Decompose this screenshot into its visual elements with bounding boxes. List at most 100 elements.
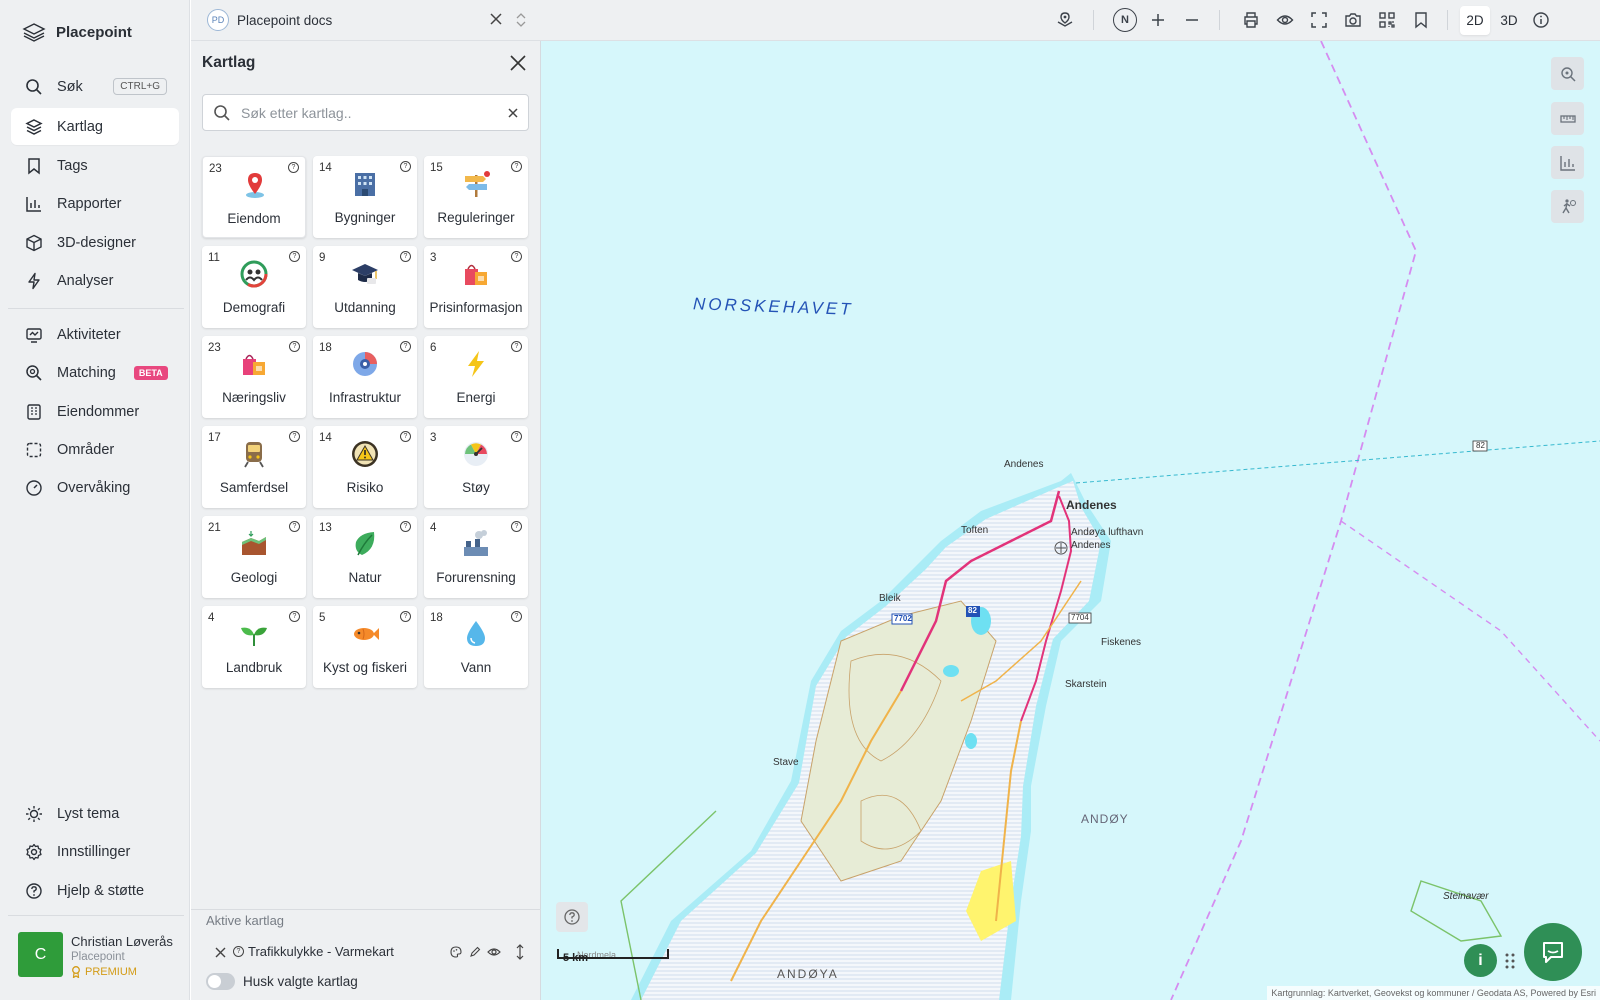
tile-energi[interactable]: 6 ? Energi (424, 336, 528, 418)
reorder-icon[interactable] (516, 944, 524, 960)
tile-stoy[interactable]: 3 ? Støy (424, 426, 528, 508)
help-icon[interactable]: ? (289, 251, 300, 262)
tile-demografi[interactable]: 11 ? Demografi (202, 246, 306, 328)
tile-prisinformasjon[interactable]: 3 ? Prisinformasjon (424, 246, 528, 328)
measure-tool-button[interactable] (1551, 102, 1584, 135)
help-icon[interactable]: ? (400, 341, 411, 352)
mode-3d-button[interactable]: 3D (1494, 6, 1524, 35)
active-layer-name: Trafikkulykke - Varmekart (248, 944, 394, 959)
help-icon[interactable]: ? (511, 521, 522, 532)
layer-search-input[interactable] (241, 104, 498, 121)
help-icon[interactable]: ? (289, 341, 300, 352)
workspace-selector[interactable]: PD Placepoint docs (207, 9, 332, 31)
close-icon[interactable] (489, 12, 503, 26)
help-icon[interactable]: ? (511, 161, 522, 172)
tile-infrastruktur[interactable]: 18 ? Infrastruktur (313, 336, 417, 418)
fullscreen-button[interactable] (1309, 10, 1329, 30)
toolbar-divider (1219, 10, 1220, 30)
help-icon[interactable]: ? (288, 162, 299, 173)
sidebar-item-kartlag[interactable]: Kartlag (11, 108, 179, 145)
map-style-button[interactable] (1055, 10, 1075, 30)
palette-icon[interactable] (450, 946, 462, 958)
sidebar-item-analyser[interactable]: Analyser (11, 262, 179, 299)
sidebar-item-hjelp[interactable]: Hjelp & støtte (11, 872, 179, 909)
statistics-tool-button[interactable] (1551, 146, 1584, 179)
help-icon[interactable]: ? (233, 946, 244, 957)
tile-label: Infrastruktur (328, 390, 402, 405)
clear-icon[interactable] (508, 107, 518, 118)
tile-natur[interactable]: 13 ? Natur (313, 516, 417, 598)
remove-layer-icon[interactable] (215, 947, 226, 958)
help-icon[interactable]: ? (511, 341, 522, 352)
tile-risiko[interactable]: 14 ? Risiko (313, 426, 417, 508)
tile-count: 14 (319, 162, 332, 174)
help-icon[interactable]: ? (289, 611, 300, 622)
help-icon[interactable]: ? (289, 431, 300, 442)
help-icon[interactable]: ? (400, 251, 411, 262)
tile-landbruk[interactable]: 4 ? Landbruk (202, 606, 306, 688)
visibility-button[interactable] (1275, 10, 1295, 30)
screenshot-button[interactable] (1343, 10, 1363, 30)
info-fab[interactable]: i (1464, 944, 1497, 977)
compass-button[interactable]: N (1113, 8, 1137, 32)
zoom-in-button[interactable] (1148, 10, 1168, 30)
eye-icon[interactable] (487, 946, 501, 958)
remember-layers-toggle[interactable] (206, 973, 235, 990)
user-profile[interactable]: C Christian Løverås Placepoint PREMIUM (18, 932, 173, 978)
walking-distance-tool-button[interactable] (1551, 190, 1584, 223)
help-icon[interactable]: ? (400, 521, 411, 532)
tile-eiendom[interactable]: 23 ? Eiendom (202, 156, 306, 238)
sidebar-item-tags[interactable]: Tags (11, 147, 179, 184)
sidebar-item-overvaking[interactable]: Overvåking (11, 469, 179, 506)
map-label-fiskenes: Fiskenes (1101, 637, 1142, 648)
zoom-out-button[interactable] (1182, 10, 1202, 30)
help-icon[interactable]: ? (289, 521, 300, 532)
bookmark-button[interactable] (1411, 10, 1431, 30)
map-view[interactable]: NORSKEHAVET Andenes Andenes Andøya lufth… (541, 41, 1600, 1000)
brand[interactable]: Placepoint (22, 22, 132, 42)
avatar: C (18, 932, 63, 977)
chevron-updown-icon[interactable] (515, 11, 527, 29)
help-icon[interactable]: ? (400, 431, 411, 442)
workspace-badge: PD (207, 9, 229, 31)
identify-tool-button[interactable] (1551, 57, 1584, 90)
sidebar-item-omrader[interactable]: Områder (11, 431, 179, 468)
sidebar-item-innstillinger[interactable]: Innstillinger (11, 833, 179, 870)
tile-naeringsliv[interactable]: 23 ? Næringsliv (202, 336, 306, 418)
info-button[interactable] (1531, 10, 1551, 30)
tile-reguleringer[interactable]: 15 ? Reguleringer (424, 156, 528, 238)
sidebar-item-search[interactable]: Søk CTRL+G (11, 68, 179, 105)
tile-label: Geologi (230, 570, 278, 585)
tile-vann[interactable]: 18 ? Vann (424, 606, 528, 688)
help-icon[interactable]: ? (400, 161, 411, 172)
sidebar-item-matching[interactable]: Matching BETA (11, 354, 179, 391)
map-help-button[interactable] (556, 902, 588, 932)
sidebar-item-aktiviteter[interactable]: Aktiviteter (11, 316, 179, 353)
sidebar: Placepoint Søk CTRL+G Kartlag Tags Rappo… (0, 0, 190, 1000)
chat-button[interactable] (1524, 923, 1582, 981)
bar-chart-icon (26, 196, 41, 212)
close-icon[interactable] (509, 54, 527, 72)
tile-bygninger[interactable]: 14 ? Bygninger (313, 156, 417, 238)
tile-samferdsel[interactable]: 17 ? Samferdsel (202, 426, 306, 508)
fish-icon (354, 628, 379, 640)
mode-2d-button[interactable]: 2D (1460, 6, 1490, 35)
tile-forurensning[interactable]: 4 ? Forurensning (424, 516, 528, 598)
help-icon[interactable]: ? (400, 611, 411, 622)
grip-icon[interactable] (1503, 951, 1517, 971)
tile-label: Landbruk (225, 660, 283, 675)
tile-count: 23 (208, 342, 221, 354)
sidebar-item-eiendommer[interactable]: Eiendommer (11, 393, 179, 430)
sidebar-item-3d-designer[interactable]: 3D-designer (11, 224, 179, 261)
tile-kyst-og-fiskeri[interactable]: 5 ? Kyst og fiskeri (313, 606, 417, 688)
tile-geologi[interactable]: 21 ? Geologi (202, 516, 306, 598)
help-icon[interactable]: ? (511, 251, 522, 262)
edit-icon[interactable] (469, 946, 481, 958)
sidebar-item-rapporter[interactable]: Rapporter (11, 185, 179, 222)
print-button[interactable] (1241, 10, 1261, 30)
tile-utdanning[interactable]: 9 ? Utdanning (313, 246, 417, 328)
sidebar-item-lyst-tema[interactable]: Lyst tema (11, 795, 179, 832)
qr-code-button[interactable] (1377, 10, 1397, 30)
help-icon[interactable]: ? (511, 611, 522, 622)
help-icon[interactable]: ? (511, 431, 522, 442)
